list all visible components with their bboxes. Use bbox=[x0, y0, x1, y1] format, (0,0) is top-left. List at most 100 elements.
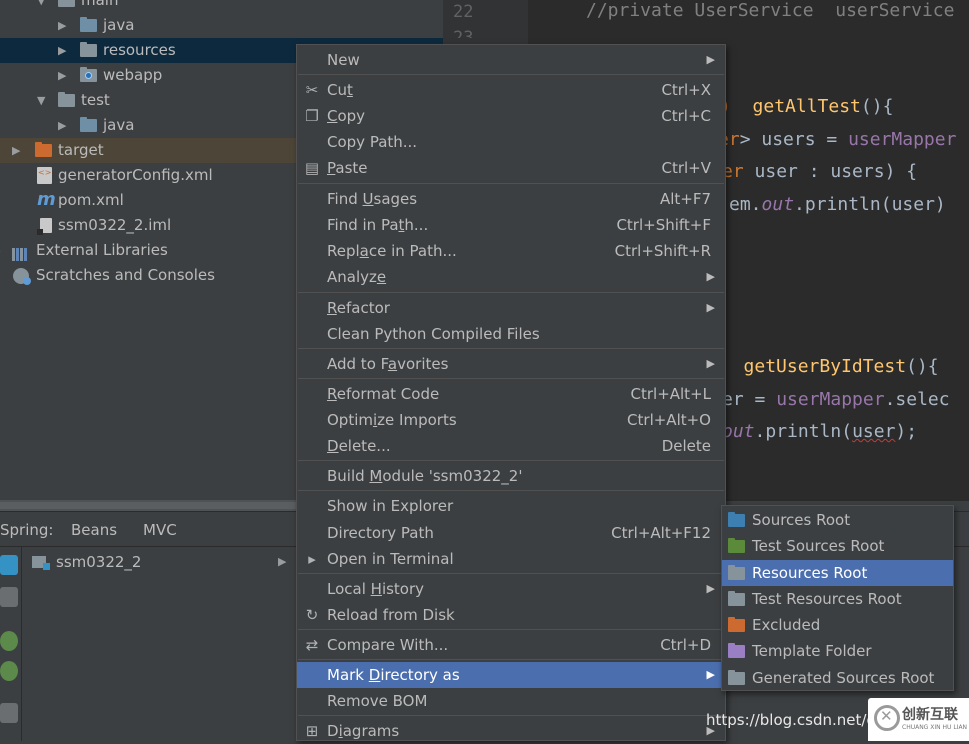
tab-mvc[interactable]: MVC bbox=[143, 521, 177, 539]
submenu-item-label: Generated Sources Root bbox=[752, 665, 934, 691]
scissors-icon: ✂ bbox=[304, 82, 320, 98]
menu-item-label: Clean Python Compiled Files bbox=[327, 321, 540, 347]
menu-item-label: Build Module 'ssm0322_2' bbox=[327, 463, 522, 489]
chevron-right-icon[interactable]: ▶ bbox=[12, 138, 20, 163]
tree-item-label: test bbox=[81, 88, 110, 113]
horizontal-scrollbar[interactable] bbox=[0, 500, 296, 511]
chevron-right-icon[interactable]: ▶ bbox=[58, 13, 66, 38]
tree-item[interactable]: ▶ java bbox=[0, 13, 443, 38]
menu-item-add-to-favorites[interactable]: Add to Favorites▶ bbox=[297, 351, 725, 377]
menu-item-reload-from-disk[interactable]: ↻Reload from Disk bbox=[297, 602, 725, 628]
copy-icon: ❐ bbox=[304, 108, 320, 124]
diagram-icon: ⊞ bbox=[304, 723, 320, 739]
mark-directory-submenu: Sources RootTest Sources RootResources R… bbox=[721, 505, 954, 691]
code-token: ); bbox=[895, 421, 917, 442]
chevron-right-icon: ▶ bbox=[707, 351, 715, 377]
mnemonic: R bbox=[327, 299, 337, 317]
menu-item-diagrams[interactable]: ⊞Diagrams▶ bbox=[297, 718, 725, 744]
menu-separator bbox=[298, 183, 724, 184]
mnemonic: t bbox=[399, 216, 405, 234]
menu-item-refactor[interactable]: Refactor▶ bbox=[297, 295, 725, 321]
layout-icon[interactable] bbox=[0, 703, 18, 723]
resources-root-folder-icon bbox=[728, 567, 745, 580]
menu-item-analyze[interactable]: Analyze▶ bbox=[297, 264, 725, 290]
menu-separator bbox=[298, 460, 724, 461]
scratches-icon bbox=[13, 268, 29, 284]
scrollbar-thumb[interactable] bbox=[0, 502, 296, 509]
xml-file-icon bbox=[37, 167, 52, 184]
tab-beans[interactable]: Beans bbox=[71, 521, 117, 539]
terminal-icon: ▸ bbox=[304, 551, 320, 567]
code-token: out bbox=[722, 421, 755, 442]
menu-item-label: Diagrams bbox=[327, 718, 399, 744]
submenu-item-generated-sources-root[interactable]: Generated Sources Root bbox=[722, 665, 953, 691]
code-token: er = bbox=[722, 389, 776, 410]
chevron-right-icon[interactable]: ▶ bbox=[58, 63, 66, 88]
menu-item-optimize-imports[interactable]: Optimize ImportsCtrl+Alt+O bbox=[297, 407, 725, 433]
menu-item-label: Show in Explorer bbox=[327, 493, 453, 519]
submenu-item-label: Excluded bbox=[752, 612, 820, 638]
folder-icon bbox=[58, 0, 75, 7]
menu-item-replace-in-path[interactable]: Replace in Path...Ctrl+Shift+R bbox=[297, 238, 725, 264]
menu-separator bbox=[298, 74, 724, 75]
tree-item-label: webapp bbox=[103, 63, 162, 88]
code-token: user bbox=[852, 421, 895, 442]
menu-item-build-module-ssm0322-2[interactable]: Build Module 'ssm0322_2' bbox=[297, 463, 725, 489]
mnemonic: a bbox=[388, 355, 397, 373]
menu-item-copy[interactable]: ❐CopyCtrl+C bbox=[297, 103, 725, 129]
mnemonic: i bbox=[373, 411, 377, 429]
maven-icon: m bbox=[37, 187, 56, 212]
chevron-right-icon: ▶ bbox=[707, 576, 715, 602]
chevron-down-icon[interactable]: ▼ bbox=[37, 0, 45, 13]
chevron-right-icon[interactable]: ▶ bbox=[278, 550, 286, 574]
menu-item-label: Open in Terminal bbox=[327, 546, 454, 572]
submenu-item-template-folder[interactable]: Template Folder bbox=[722, 638, 953, 664]
mnemonic: D bbox=[327, 437, 339, 455]
tree-item[interactable]: ▼main bbox=[0, 0, 443, 13]
mnemonic: P bbox=[327, 159, 335, 177]
submenu-item-excluded[interactable]: Excluded bbox=[722, 612, 953, 638]
submenu-item-test-resources-root[interactable]: Test Resources Root bbox=[722, 586, 953, 612]
menu-item-show-in-explorer[interactable]: Show in Explorer bbox=[297, 493, 725, 519]
copy-view-icon[interactable] bbox=[0, 587, 18, 607]
menu-item-label: Find in Path... bbox=[327, 212, 428, 238]
generated-sources-root-folder-icon bbox=[728, 672, 745, 685]
menu-item-clean-python-compiled-files[interactable]: Clean Python Compiled Files bbox=[297, 321, 725, 347]
menu-item-paste[interactable]: ▤PasteCtrl+V bbox=[297, 155, 725, 181]
menu-item-compare-with[interactable]: ⇄Compare With...Ctrl+D bbox=[297, 632, 725, 658]
menu-item-copy-path[interactable]: Copy Path... bbox=[297, 129, 725, 155]
chevron-right-icon[interactable]: ▶ bbox=[58, 113, 66, 138]
submenu-item-sources-root[interactable]: Sources Root bbox=[722, 507, 953, 533]
menu-item-label: Replace in Path... bbox=[327, 238, 457, 264]
code-token: userMapper bbox=[776, 389, 884, 410]
chevron-down-icon[interactable]: ▼ bbox=[37, 88, 45, 113]
submenu-item-resources-root[interactable]: Resources Root bbox=[722, 560, 953, 586]
menu-item-reformat-code[interactable]: Reformat CodeCtrl+Alt+L bbox=[297, 381, 725, 407]
menu-item-find-in-path[interactable]: Find in Path...Ctrl+Shift+F bbox=[297, 212, 725, 238]
menu-item-label: Directory Path bbox=[327, 520, 434, 546]
menu-item-remove-bom[interactable]: Remove BOM bbox=[297, 688, 725, 714]
menu-item-open-in-terminal[interactable]: ▸ Open in Terminal bbox=[297, 546, 725, 572]
code-token: getUserByIdTest bbox=[744, 356, 907, 377]
tree-item-label: java bbox=[103, 13, 134, 38]
spring-settings-icon[interactable] bbox=[0, 661, 18, 681]
watermark-logo: 创新互联 CHUANG XIN HU LIAN bbox=[868, 698, 969, 741]
menu-item-find-usages[interactable]: Find UsagesAlt+F7 bbox=[297, 186, 725, 212]
menu-separator bbox=[298, 292, 724, 293]
menu-item-local-history[interactable]: Local History▶ bbox=[297, 576, 725, 602]
brand-name-latin: CHUANG XIN HU LIAN bbox=[902, 724, 967, 731]
menu-separator bbox=[298, 629, 724, 630]
menu-separator bbox=[298, 659, 724, 660]
menu-item-delete[interactable]: Delete...Delete bbox=[297, 433, 725, 459]
submenu-item-test-sources-root[interactable]: Test Sources Root bbox=[722, 533, 953, 559]
menu-item-new[interactable]: New▶ bbox=[297, 47, 725, 73]
menu-item-label: Cut bbox=[327, 77, 353, 103]
view-toggle-icon[interactable] bbox=[0, 555, 18, 575]
menu-item-cut[interactable]: ✂CutCtrl+X bbox=[297, 77, 725, 103]
menu-item-directory-path[interactable]: Directory PathCtrl+Alt+F12 bbox=[297, 520, 725, 546]
brand-name: 创新互联 bbox=[902, 704, 958, 724]
menu-item-mark-directory-as[interactable]: Mark Directory as▶ bbox=[297, 662, 725, 688]
spring-leaf-icon[interactable] bbox=[0, 631, 18, 651]
chevron-right-icon[interactable]: ▶ bbox=[58, 38, 66, 63]
code-token: (){ bbox=[906, 356, 939, 377]
